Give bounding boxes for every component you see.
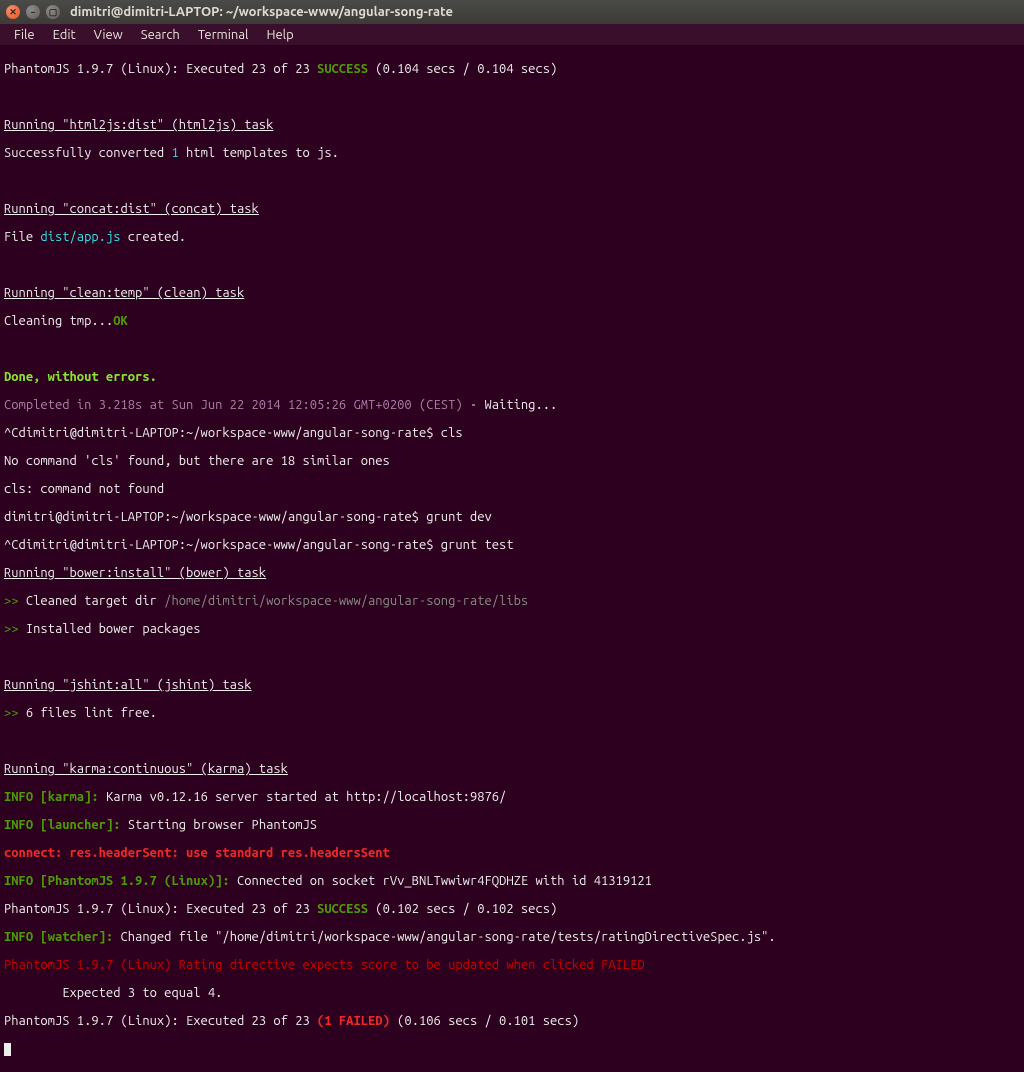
t: (0.106 secs / 0.101 secs) [390, 1014, 579, 1028]
t: Connected on socket rVv_BNLTwwiwr4FQDHZE… [237, 874, 652, 888]
test-fail: PhantomJS 1.9.7 (Linux) Rating directive… [4, 958, 645, 972]
t: 1 [171, 146, 178, 160]
window-titlebar: ✕ − ▢ dimitri@dimitri-LAPTOP: ~/workspac… [0, 0, 1024, 24]
t: (0.102 secs / 0.102 secs) [368, 902, 557, 916]
menu-terminal[interactable]: Terminal [190, 26, 257, 44]
menu-file[interactable]: File [6, 26, 43, 44]
prompt: dimitri@dimitri-LAPTOP:~/workspace-www/a… [4, 510, 492, 524]
t: html templates to js. [179, 146, 339, 160]
task-header: Running "karma:continuous" (karma) task [4, 762, 288, 776]
t: ]: [106, 818, 128, 832]
t: INFO [ [4, 874, 48, 888]
t: INFO [ [4, 818, 48, 832]
prompt: ^Cdimitri@dimitri-LAPTOP:~/workspace-www… [4, 426, 463, 440]
task-header: Running "clean:temp" (clean) task [4, 286, 244, 300]
window-controls: ✕ − ▢ [6, 5, 60, 19]
t: 6 files lint free. [26, 706, 157, 720]
t: INFO [ [4, 930, 48, 944]
t: PhantomJS 1.9.7 (Linux): Executed 23 of … [4, 1014, 317, 1028]
t: launcher [48, 818, 106, 832]
t: Cleaned target dir [26, 594, 164, 608]
t: dist/app.js [40, 230, 120, 244]
t: OK [113, 314, 128, 328]
t: Installed bower packages [26, 622, 201, 636]
t: Cleaning tmp... [4, 314, 113, 328]
cursor-icon [4, 1043, 11, 1056]
t: >> [4, 594, 26, 608]
t: cls: command not found [4, 482, 164, 496]
t: Karma v0.12.16 server started at http://… [106, 790, 506, 804]
t: Successfully converted [4, 146, 171, 160]
window-title: dimitri@dimitri-LAPTOP: ~/workspace-www/… [70, 5, 453, 19]
t: >> [4, 706, 26, 720]
t: PhantomJS 1.9.7 (Linux) [48, 874, 215, 888]
prompt: ^Cdimitri@dimitri-LAPTOP:~/workspace-www… [4, 538, 514, 552]
done-msg: Done, without errors. [4, 370, 157, 384]
t: INFO [ [4, 790, 48, 804]
task-header: Running "concat:dist" (concat) task [4, 202, 259, 216]
t: (0.104 secs / 0.104 secs) [368, 62, 557, 76]
menu-search[interactable]: Search [133, 26, 188, 44]
t: watcher [48, 930, 99, 944]
t: PhantomJS 1.9.7 (Linux): Executed 23 of … [4, 62, 317, 76]
t: File [4, 230, 40, 244]
menu-help[interactable]: Help [258, 26, 301, 44]
t: Changed file "/home/dimitri/workspace-ww… [121, 930, 776, 944]
t: (1 FAILED) [317, 1014, 390, 1028]
minimize-icon[interactable]: − [26, 5, 40, 19]
maximize-icon[interactable]: ▢ [46, 5, 60, 19]
t: ]: [84, 790, 106, 804]
t: SUCCESS [317, 62, 368, 76]
t: - Waiting... [463, 398, 558, 412]
menu-view[interactable]: View [86, 26, 131, 44]
task-header: Running "html2js:dist" (html2js) task [4, 118, 273, 132]
t: No command 'cls' found, but there are 18… [4, 454, 390, 468]
t: ]: [99, 930, 121, 944]
t: ]: [215, 874, 237, 888]
t: >> [4, 622, 26, 636]
t: created. [121, 230, 187, 244]
task-header: Running "bower:install" (bower) task [4, 566, 266, 580]
t: Starting browser PhantomJS [128, 818, 317, 832]
warning: connect: res.headerSent: use standard re… [4, 846, 390, 860]
close-icon[interactable]: ✕ [6, 5, 20, 19]
t: /home/dimitri/workspace-www/angular-song… [164, 594, 528, 608]
terminal-output[interactable]: PhantomJS 1.9.7 (Linux): Executed 23 of … [0, 46, 1024, 1072]
menu-edit[interactable]: Edit [45, 26, 84, 44]
task-header: Running "jshint:all" (jshint) task [4, 678, 252, 692]
menubar: File Edit View Search Terminal Help [0, 24, 1024, 46]
t: Expected 3 to equal 4. [4, 986, 222, 1000]
t: PhantomJS 1.9.7 (Linux): Executed 23 of … [4, 902, 317, 916]
t: SUCCESS [317, 902, 368, 916]
t: Completed in 3.218s at Sun Jun 22 2014 1… [4, 398, 463, 412]
t: karma [48, 790, 84, 804]
